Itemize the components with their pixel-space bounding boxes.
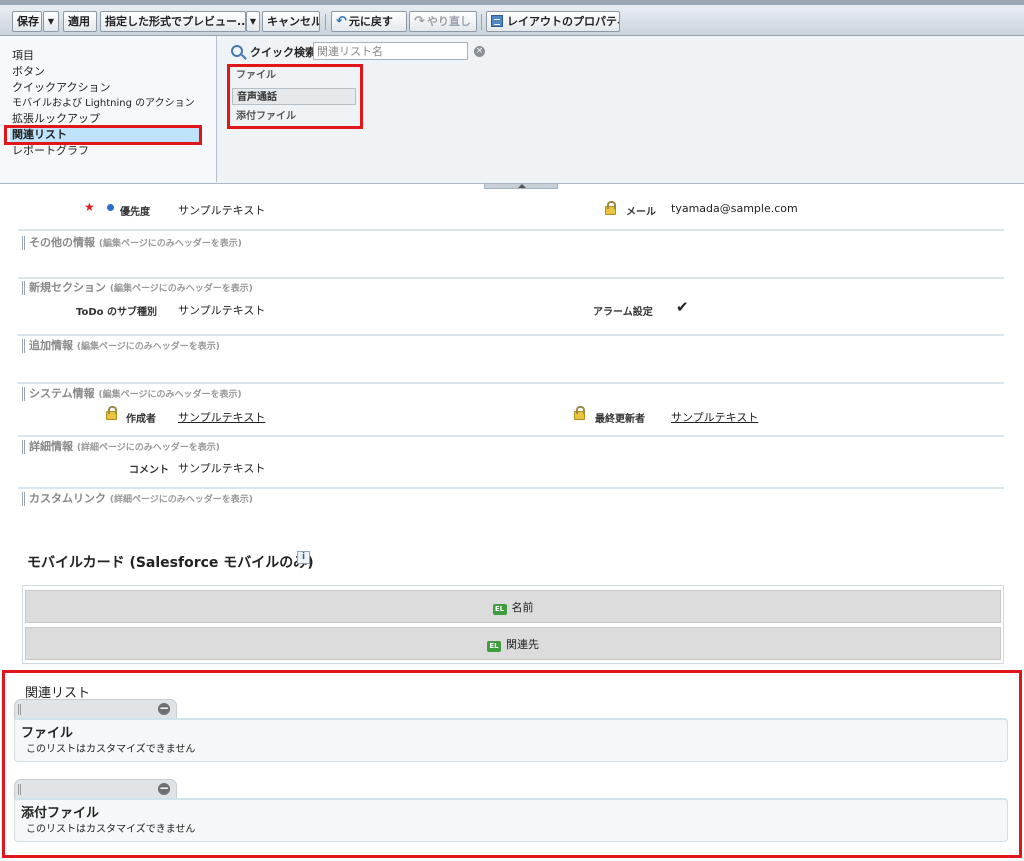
section-note: (編集ページにのみヘッダーを表示) (98, 239, 242, 249)
info-icon[interactable]: i (297, 551, 310, 564)
always-display-icon (107, 204, 114, 211)
todo-subtype-label: ToDo のサブ種別 (76, 307, 158, 318)
section-divider (18, 277, 1004, 279)
category-quick-actions[interactable]: クイックアクション (10, 80, 210, 96)
section-divider (18, 487, 1004, 489)
section-title: 詳細情報 (29, 440, 73, 453)
layout-palette: 項目 ボタン クイックアクション モバイルおよび Lightning のアクショ… (0, 36, 1024, 184)
related-list-files[interactable]: ファイル このリストはカスタマイズできません (14, 718, 1008, 762)
lock-icon (106, 406, 117, 420)
category-expanded-lookups[interactable]: 拡張ルックアップ (10, 111, 210, 127)
section-divider (18, 435, 1004, 437)
save-dropdown-button[interactable]: ▼ (43, 11, 59, 32)
created-by-value[interactable]: サンプルテキスト (178, 409, 265, 425)
section-note: (編集ページにのみヘッダーを表示) (109, 284, 253, 294)
alarm-label: アラーム設定 (593, 307, 653, 318)
related-list-attachments[interactable]: 添付ファイル このリストはカスタマイズできません (14, 798, 1008, 842)
layout-properties-button[interactable]: レイアウトのプロパティ (486, 11, 620, 32)
created-by-label: 作成者 (126, 414, 156, 425)
email-label: メール (626, 207, 656, 218)
section-note: (詳細ページにのみヘッダーを表示) (76, 443, 220, 453)
undo-label: 元に戻す (348, 15, 393, 28)
modified-by-value[interactable]: サンプルテキスト (671, 409, 758, 425)
related-list-tab[interactable]: − (14, 779, 177, 798)
modified-by-label: 最終更新者 (595, 414, 645, 425)
email-value[interactable]: tyamada@sample.com (671, 202, 798, 215)
search-icon (231, 45, 243, 57)
mobile-card-name[interactable]: EL 名前 (25, 590, 1001, 623)
mobile-card-label: 関連先 (506, 638, 539, 651)
section-header-system-info[interactable]: システム情報 (編集ページにのみヘッダーを表示) (22, 387, 242, 401)
undo-icon: ↶ (336, 14, 347, 29)
toolbar-separator (325, 14, 326, 30)
mobile-card-related-to[interactable]: EL 関連先 (25, 627, 1001, 660)
layout-editor-toolbar: 保存 ▼ 適用 指定した形式でプレビュー... ▼ キャンセル ↶ 元に戻す ↷ や… (0, 0, 1024, 36)
section-divider (18, 229, 1004, 231)
comment-label: コメント (129, 465, 169, 476)
drag-handle-icon[interactable] (18, 784, 21, 795)
related-list-tab[interactable]: − (14, 699, 177, 718)
preview-dropdown-button[interactable]: ▼ (246, 11, 260, 32)
redo-button[interactable]: ↷ やり直し (409, 11, 477, 32)
required-icon: ★ (84, 200, 95, 214)
section-header-custom-links[interactable]: カスタムリンク (詳細ページにのみヘッダーを表示) (22, 492, 253, 506)
palette-category-list: 項目 ボタン クイックアクション モバイルおよび Lightning のアクショ… (0, 36, 217, 182)
section-note: (詳細ページにのみヘッダーを表示) (109, 495, 253, 505)
drag-handle-icon[interactable] (18, 704, 21, 715)
properties-icon (491, 15, 503, 27)
section-title: カスタムリンク (29, 492, 106, 505)
checkmark-icon[interactable]: ✔ (676, 298, 689, 316)
cancel-button[interactable]: キャンセル (262, 11, 320, 32)
section-header-other-info[interactable]: その他の情報 (編集ページにのみヘッダーを表示) (22, 236, 242, 250)
mobile-cards-title: モバイルカード (Salesforce モバイルのみ) (27, 555, 314, 571)
expanded-lookup-icon: EL (487, 641, 501, 652)
section-divider (18, 334, 1004, 336)
section-header-detail-info[interactable]: 詳細情報 (詳細ページにのみヘッダーを表示) (22, 440, 220, 454)
layout-properties-label: レイアウトのプロパティ (507, 15, 620, 28)
category-buttons[interactable]: ボタン (10, 64, 210, 80)
section-divider (18, 382, 1004, 384)
undo-button[interactable]: ↶ 元に戻す (331, 11, 407, 32)
section-title: その他の情報 (29, 236, 95, 249)
remove-icon[interactable]: − (158, 782, 170, 795)
related-list-name: 添付ファイル (21, 806, 100, 821)
priority-value[interactable]: サンプルテキスト (178, 202, 265, 218)
priority-label: 優先度 (120, 207, 150, 218)
toolbar-separator (481, 14, 482, 30)
related-list-message: このリストはカスタマイズできません (26, 824, 196, 835)
apply-button[interactable]: 適用 (63, 11, 97, 32)
section-note: (編集ページにのみヘッダーを表示) (98, 390, 242, 400)
preview-as-button[interactable]: 指定した形式でプレビュー... (100, 11, 246, 32)
clear-search-icon[interactable]: × (474, 46, 485, 57)
section-header-new-section[interactable]: 新規セクション (編集ページにのみヘッダーを表示) (22, 281, 253, 295)
related-list-message: このリストはカスタマイズできません (26, 744, 196, 755)
quick-find-label: クイック検索 (250, 46, 316, 59)
section-title: システム情報 (29, 387, 95, 400)
category-mobile-lightning-actions[interactable]: モバイルおよび Lightning のアクション (10, 96, 210, 112)
comment-value[interactable]: サンプルテキスト (178, 460, 265, 476)
redo-icon: ↷ (414, 14, 425, 29)
redo-label: やり直し (426, 15, 471, 28)
save-button[interactable]: 保存 (12, 11, 42, 32)
todo-subtype-value[interactable]: サンプルテキスト (178, 302, 265, 318)
mobile-card-label: 名前 (511, 601, 534, 614)
expanded-lookup-icon: EL (492, 604, 507, 615)
related-list-name: ファイル (21, 726, 74, 741)
section-title: 新規セクション (29, 281, 106, 294)
palette-item-calls[interactable]: 音声通話 (232, 88, 356, 105)
section-title: 追加情報 (29, 339, 73, 352)
category-report-charts[interactable]: レポートグラフ (10, 143, 210, 159)
palette-item-files[interactable]: ファイル (232, 67, 356, 84)
section-header-additional-info[interactable]: 追加情報 (編集ページにのみヘッダーを表示) (22, 339, 220, 353)
category-related-lists[interactable]: 関連リスト (10, 127, 202, 143)
category-fields[interactable]: 項目 (10, 48, 210, 64)
quick-find-input[interactable] (313, 42, 468, 60)
section-note: (編集ページにのみヘッダーを表示) (76, 342, 220, 352)
lock-icon (605, 201, 616, 215)
page-layout-canvas: ★ 優先度 サンプルテキスト メール tyamada@sample.com その… (0, 185, 1024, 861)
remove-icon[interactable]: − (158, 702, 170, 715)
palette-item-attachments[interactable]: 添付ファイル (232, 108, 356, 125)
lock-icon (574, 406, 585, 420)
